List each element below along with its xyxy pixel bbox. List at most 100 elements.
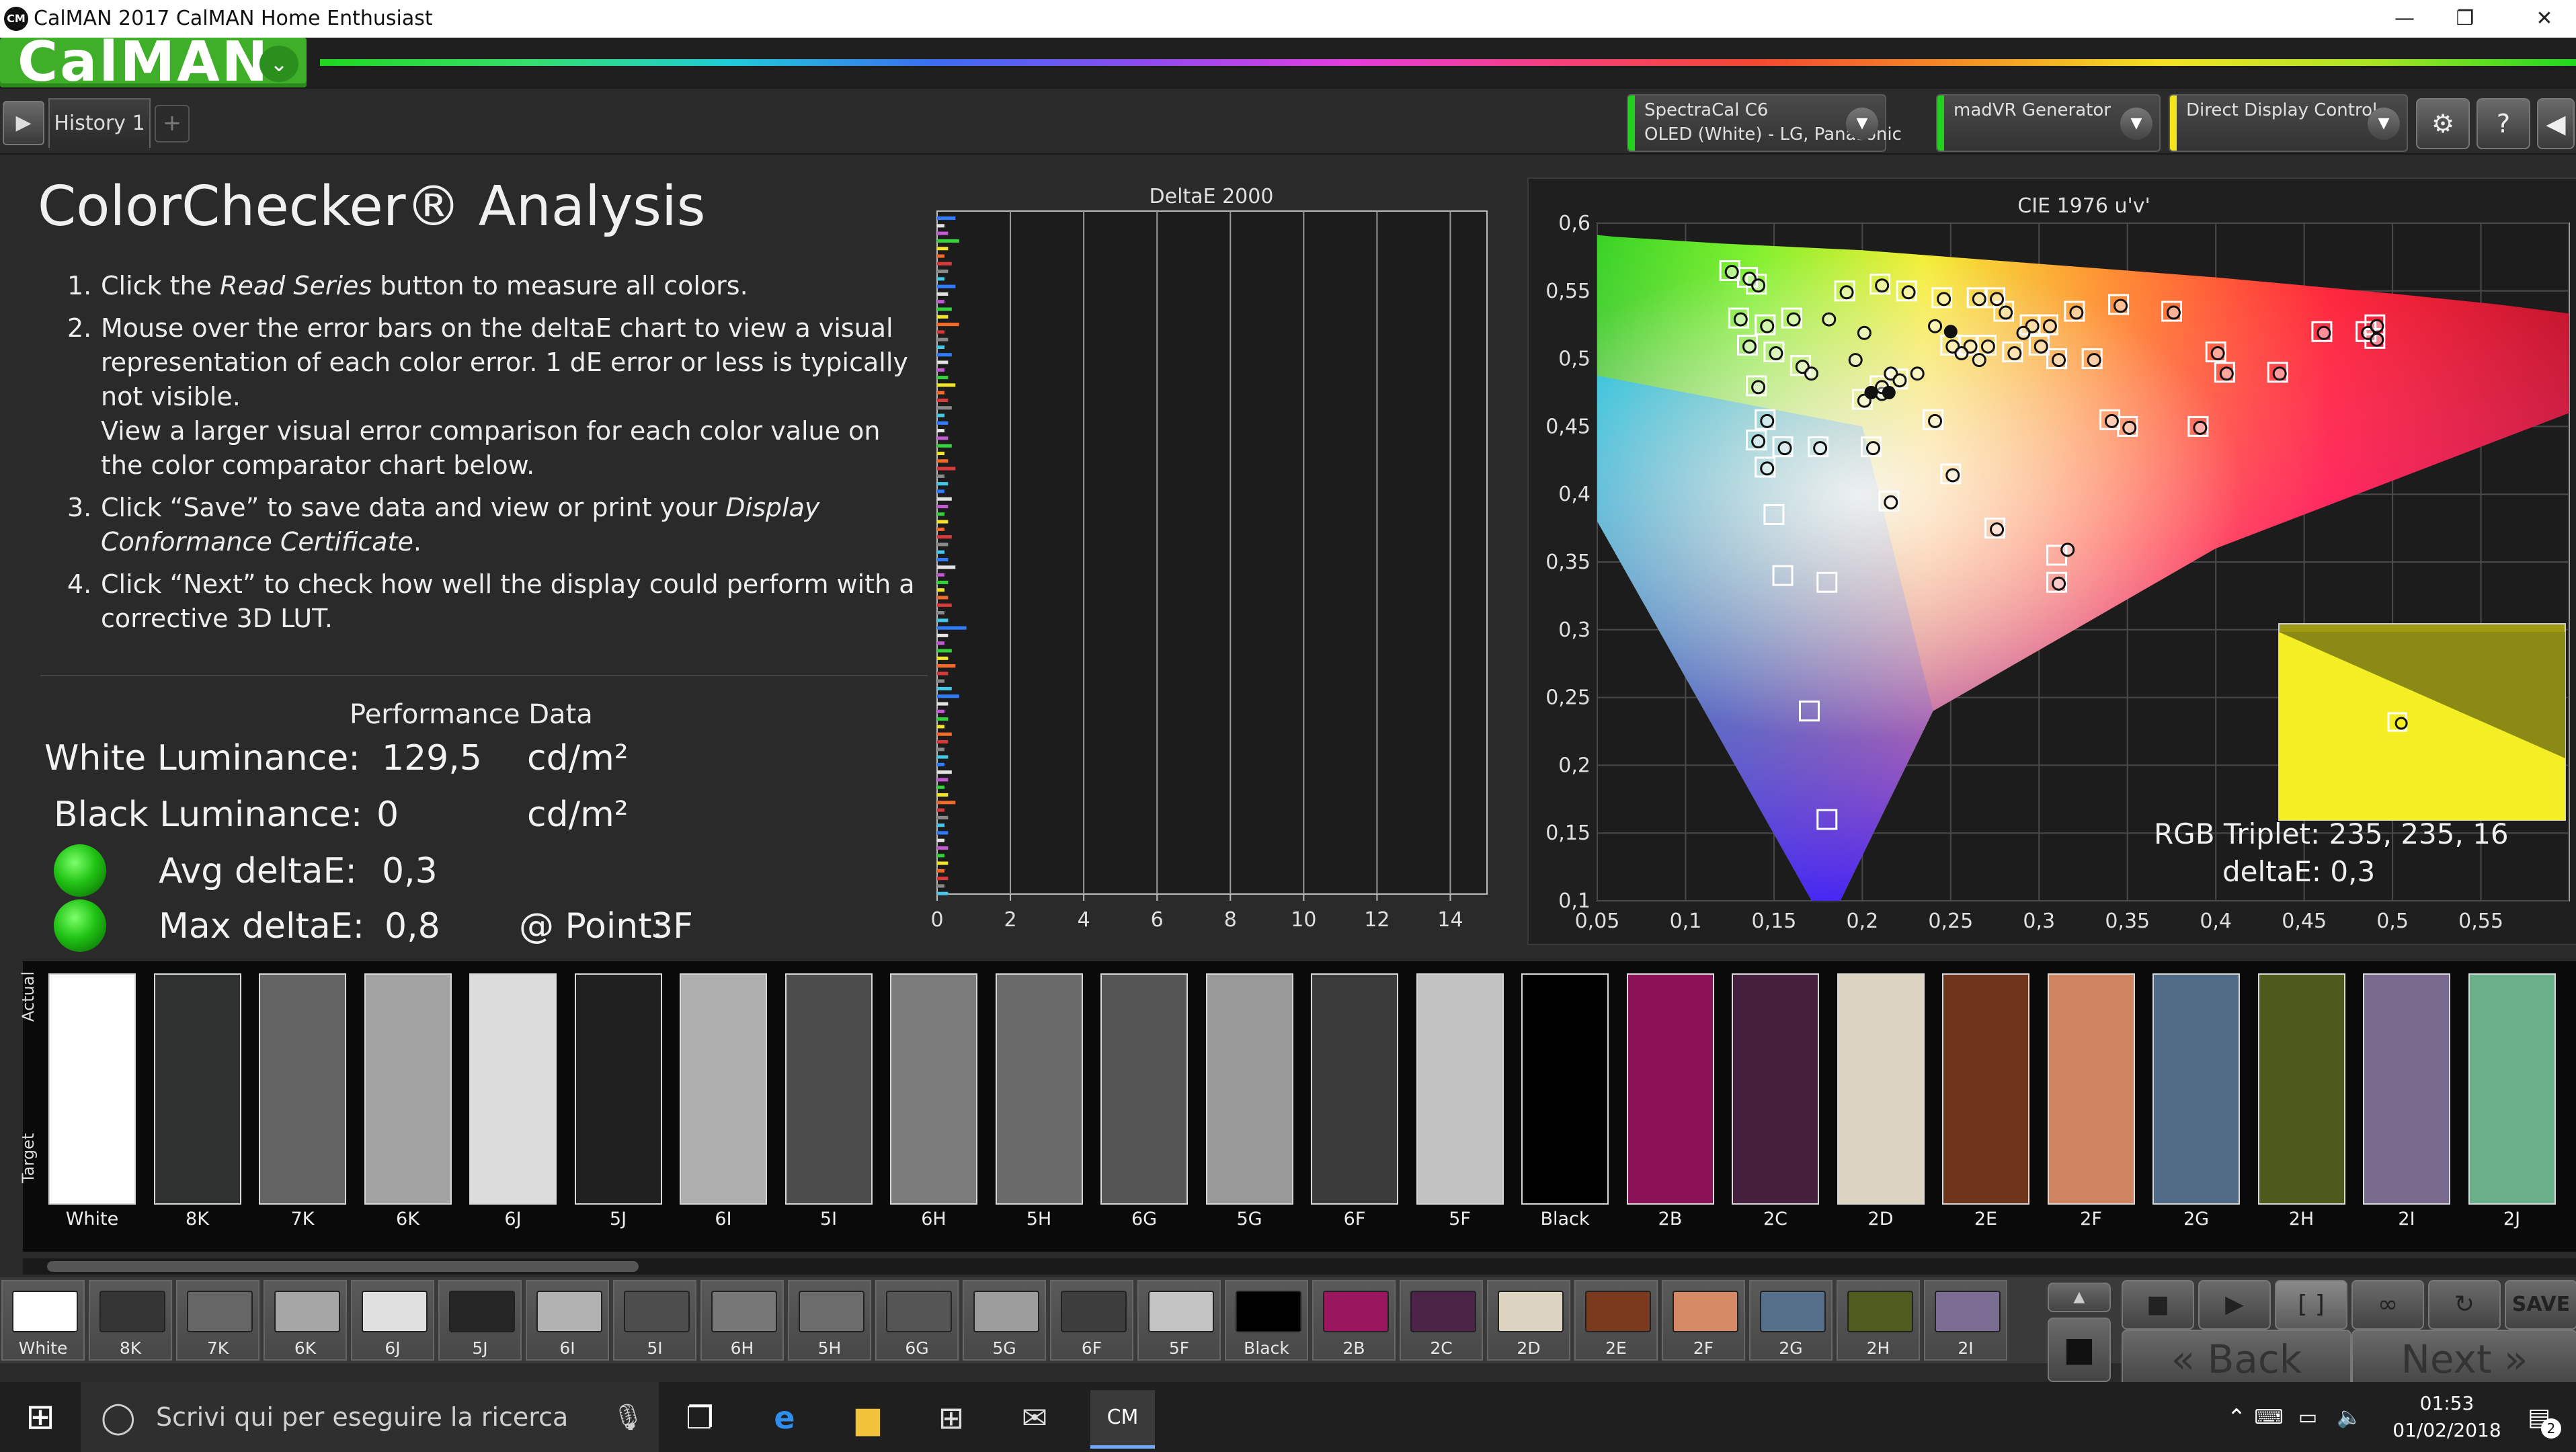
maximize-button[interactable]: ❐ — [2435, 0, 2495, 38]
cie-measured-point[interactable] — [1751, 278, 1766, 293]
scrollbar-thumb[interactable] — [47, 1261, 639, 1272]
cie-measured-point[interactable] — [1822, 312, 1837, 327]
cie-measured-point[interactable] — [2219, 366, 2234, 381]
deltae-bar[interactable] — [937, 686, 952, 690]
deltae-bar[interactable] — [937, 854, 944, 858]
color-swatch[interactable] — [48, 973, 136, 1205]
cie-measured-point[interactable] — [1733, 312, 1748, 327]
cie-measured-point[interactable] — [1760, 413, 1775, 428]
cie-measured-point[interactable] — [1943, 325, 1958, 339]
deltae-bar[interactable] — [937, 785, 944, 789]
deltae-bar[interactable] — [937, 300, 944, 304]
cie-measured-point[interactable] — [1751, 434, 1766, 449]
cie-measured-point[interactable] — [1760, 461, 1775, 476]
deltae-bar[interactable] — [937, 224, 944, 228]
color-swatch[interactable] — [1732, 973, 1819, 1205]
cie-measured-point[interactable] — [1875, 278, 1890, 293]
cie-measured-point[interactable] — [1884, 495, 1898, 510]
deltae-bar[interactable] — [937, 838, 944, 842]
deltae-bar[interactable] — [937, 429, 944, 433]
deltae-bar[interactable] — [937, 353, 952, 357]
cie-measured-point[interactable] — [1724, 265, 1739, 280]
cie-measured-point[interactable] — [1972, 292, 1986, 307]
color-swatch[interactable] — [784, 973, 873, 1205]
record-button[interactable]: ■ — [2122, 1280, 2194, 1330]
deltae-bar[interactable] — [937, 808, 944, 812]
deltae-bar[interactable] — [937, 345, 944, 349]
deltae-bar[interactable] — [937, 315, 949, 319]
collapse-panel-button[interactable]: ◀ — [2537, 98, 2575, 149]
deltae-bar[interactable] — [937, 603, 952, 607]
deltae-bar[interactable] — [937, 672, 949, 676]
deltae-bar[interactable] — [937, 732, 952, 736]
cie-measured-point[interactable] — [1901, 285, 1916, 300]
cie-measured-point[interactable] — [1945, 468, 1960, 483]
deltae-bar[interactable] — [937, 656, 949, 660]
cie-measured-point[interactable] — [1848, 353, 1863, 368]
deltae-bar[interactable] — [937, 861, 949, 865]
deltae-bar[interactable] — [937, 398, 949, 403]
continuous-read-button[interactable]: ∞ — [2351, 1280, 2424, 1330]
deltae-bar[interactable] — [937, 846, 949, 850]
save-button[interactable]: SAVE — [2505, 1280, 2576, 1330]
meter-selector[interactable]: SpectraCal C6 OLED (White) - LG, Panason… — [1627, 94, 1902, 152]
deltae-chart[interactable]: DeltaE 2000 0 2 4 6 8 10 12 14 — [928, 180, 1506, 940]
deltae-bar[interactable] — [937, 739, 949, 744]
cie-measured-point[interactable] — [1813, 441, 1828, 456]
volume-icon[interactable]: 🔈 — [2322, 1390, 2377, 1445]
deltae-bar[interactable] — [937, 489, 944, 493]
color-swatch[interactable] — [1942, 973, 2029, 1205]
deltae-bar[interactable] — [937, 815, 949, 819]
patch-tile[interactable]: 2B — [1312, 1280, 1396, 1361]
cie-measured-point[interactable] — [2052, 576, 2066, 591]
deltae-bar[interactable] — [937, 550, 944, 554]
deltae-bar[interactable] — [937, 451, 944, 456]
deltae-bar[interactable] — [937, 580, 949, 584]
patch-tile[interactable]: 2E — [1574, 1280, 1658, 1361]
cie-measured-point[interactable] — [1857, 325, 1871, 340]
deltae-bar[interactable] — [937, 421, 949, 425]
chevron-down-icon[interactable]: ▼ — [1846, 108, 1878, 140]
deltae-bar[interactable] — [937, 482, 949, 486]
deltae-bar[interactable] — [937, 793, 949, 797]
deltae-bar[interactable] — [937, 284, 956, 288]
deltae-bar[interactable] — [937, 520, 949, 524]
cie-measured-point[interactable] — [2272, 366, 2287, 381]
deltae-bar[interactable] — [937, 664, 956, 668]
play-workflow-button[interactable]: ▶ — [3, 101, 44, 145]
deltae-bar[interactable] — [937, 330, 944, 334]
task-view-icon[interactable]: ❐ — [672, 1390, 727, 1445]
deltae-bar[interactable] — [937, 618, 949, 622]
read-selected-button[interactable]: [ ] — [2275, 1280, 2347, 1330]
deltae-bar[interactable] — [937, 391, 944, 395]
deltae-bar[interactable] — [937, 641, 944, 645]
cie-measured-point[interactable] — [1864, 386, 1878, 399]
color-swatch[interactable] — [680, 973, 767, 1205]
deltae-bar[interactable] — [937, 467, 956, 471]
cie-measured-point[interactable] — [1760, 319, 1775, 333]
deltae-bar[interactable] — [937, 770, 952, 774]
cie-measured-point[interactable] — [2104, 413, 2119, 428]
color-swatch[interactable] — [1521, 973, 1609, 1205]
chevron-down-icon[interactable]: ⌄ — [259, 46, 298, 82]
deltae-bar[interactable] — [937, 254, 944, 258]
color-swatch[interactable] — [2363, 973, 2450, 1205]
deltae-bar[interactable] — [937, 755, 949, 759]
read-series-button[interactable]: ▶ — [2198, 1280, 2271, 1330]
loop-button[interactable]: ↻ — [2428, 1280, 2501, 1330]
patch-tile[interactable]: 7K — [176, 1280, 259, 1361]
cie-measured-point[interactable] — [1999, 305, 2013, 320]
deltae-bar[interactable] — [937, 436, 949, 440]
patch-tile[interactable]: 2C — [1400, 1280, 1483, 1361]
edge-browser-icon[interactable]: e — [757, 1390, 812, 1445]
color-swatch[interactable] — [1837, 973, 1925, 1205]
cie-measured-point[interactable] — [1742, 339, 1757, 354]
deltae-bar[interactable] — [937, 512, 944, 516]
color-swatch[interactable] — [259, 973, 346, 1205]
patch-tile[interactable]: 5I — [613, 1280, 696, 1361]
cie-measured-point[interactable] — [2210, 346, 2225, 361]
deltae-bar[interactable] — [937, 474, 944, 478]
cie-measured-point[interactable] — [2016, 325, 2031, 340]
deltae-bar[interactable] — [937, 884, 944, 888]
cie-measured-point[interactable] — [2052, 353, 2066, 368]
